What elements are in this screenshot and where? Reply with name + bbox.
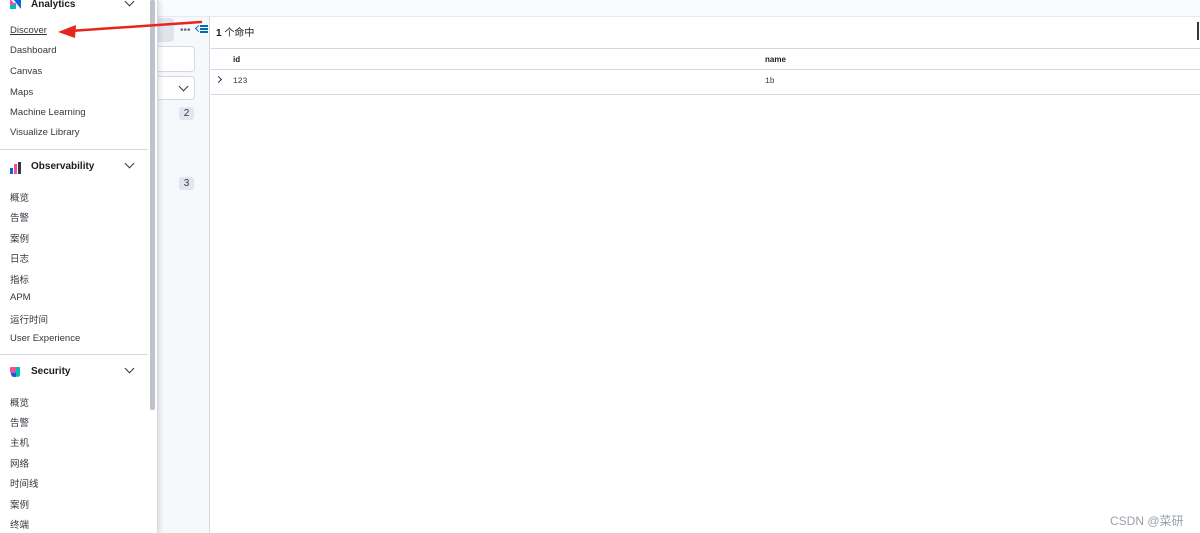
column-header-id[interactable]: id — [233, 55, 240, 64]
observability-icon — [10, 162, 22, 174]
cell-name: 1b — [765, 77, 775, 86]
nav-group-label: Observability — [31, 161, 95, 172]
navigation-flyout: Analytics Discover Dashboard Canvas Maps… — [0, 0, 158, 533]
nav-group-label: Analytics — [31, 0, 76, 10]
collapse-sidebar-icon[interactable] — [194, 24, 208, 34]
hit-count-label: 个命中 — [224, 28, 255, 39]
nav-item-dashboard[interactable]: Dashboard — [10, 45, 56, 56]
chevron-down-icon[interactable] — [124, 158, 135, 169]
column-header-name[interactable]: name — [765, 55, 786, 64]
nav-item-cases[interactable]: 案例 — [10, 497, 29, 511]
cell-id: 123 — [233, 77, 248, 86]
chevron-down-icon[interactable] — [124, 363, 135, 374]
available-fields-count: 3 — [179, 177, 194, 190]
grid-divider — [211, 48, 1200, 49]
nav-item-overview[interactable]: 概览 — [10, 190, 29, 204]
nav-group-label: Security — [31, 366, 71, 377]
nav-item-network[interactable]: 网络 — [10, 456, 29, 470]
nav-item-uptime[interactable]: 运行时间 — [10, 312, 48, 326]
nav-scrollbar[interactable] — [150, 0, 155, 410]
nav-item-alerts[interactable]: 告警 — [10, 415, 29, 429]
nav-item-overview[interactable]: 概览 — [10, 395, 29, 409]
analytics-logo-icon — [10, 0, 22, 11]
nav-item-hosts[interactable]: 主机 — [10, 435, 29, 449]
watermark: CSDN @菜研 — [1110, 514, 1184, 528]
nav-item-timelines[interactable]: 时间线 — [10, 476, 39, 490]
nav-item-machine-learning[interactable]: Machine Learning — [10, 107, 86, 118]
hit-count: 1 个命中 — [216, 24, 254, 39]
security-shield-icon — [10, 367, 22, 379]
expand-row-icon[interactable] — [214, 75, 223, 84]
nav-item-user-experience[interactable]: User Experience — [10, 333, 80, 344]
grid-divider — [211, 69, 1200, 70]
app-top-bar — [0, 0, 1200, 17]
grid-divider — [211, 94, 1200, 95]
nav-group-analytics[interactable]: Analytics — [0, 0, 148, 16]
more-options-icon[interactable]: ••• — [180, 25, 191, 36]
hit-count-number: 1 — [216, 28, 222, 39]
chevron-down-icon[interactable] — [124, 0, 135, 7]
nav-item-endpoints[interactable]: 终端 — [10, 517, 29, 531]
nav-item-alerts[interactable]: 告警 — [10, 210, 29, 224]
nav-item-logs[interactable]: 日志 — [10, 251, 29, 265]
nav-item-cases[interactable]: 案例 — [10, 231, 29, 245]
nav-item-discover[interactable]: Discover — [10, 25, 47, 36]
nav-item-apm[interactable]: APM — [10, 292, 31, 303]
selected-fields-count: 2 — [179, 107, 194, 120]
nav-divider — [0, 354, 148, 355]
nav-item-metrics[interactable]: 指标 — [10, 272, 29, 286]
nav-group-security[interactable]: Security — [0, 363, 148, 383]
nav-item-visualize-library[interactable]: Visualize Library — [10, 127, 80, 138]
nav-group-observability[interactable]: Observability — [0, 158, 148, 178]
nav-divider — [0, 149, 148, 150]
toolbar-edge — [1197, 22, 1199, 40]
nav-item-canvas[interactable]: Canvas — [10, 66, 42, 77]
nav-item-maps[interactable]: Maps — [10, 87, 33, 98]
